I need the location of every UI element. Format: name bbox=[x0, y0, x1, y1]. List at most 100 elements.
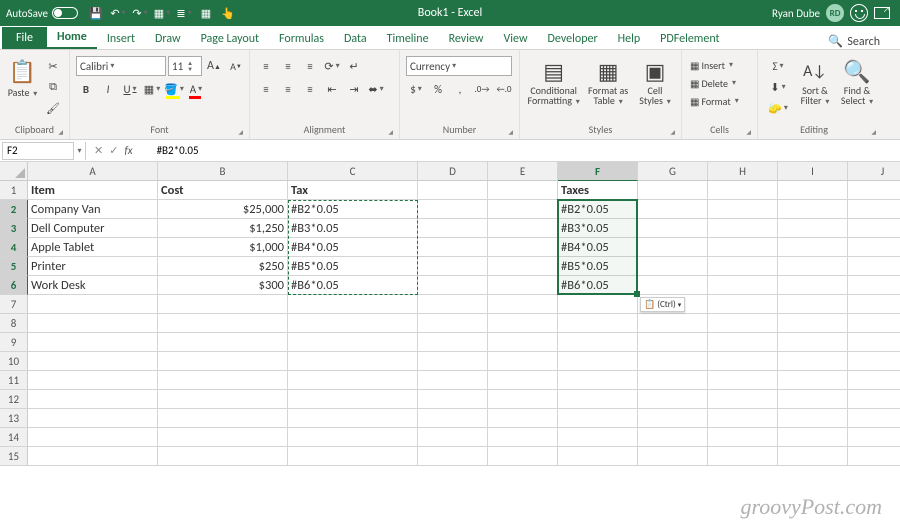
cell-I11[interactable] bbox=[778, 371, 848, 390]
cell-A15[interactable] bbox=[28, 447, 158, 466]
align-center-icon[interactable]: ≡ bbox=[278, 79, 298, 99]
cell-C14[interactable] bbox=[288, 428, 418, 447]
cell-styles-button[interactable]: ▣Cell Styles bbox=[635, 56, 675, 107]
cell-J9[interactable] bbox=[848, 333, 900, 352]
cell-I4[interactable] bbox=[778, 238, 848, 257]
font-color-button[interactable]: A bbox=[186, 79, 206, 99]
cell-H10[interactable] bbox=[708, 352, 778, 371]
fx-icon[interactable]: fx bbox=[124, 144, 144, 157]
cell-F14[interactable] bbox=[558, 428, 638, 447]
cell-I15[interactable] bbox=[778, 447, 848, 466]
font-name-combo[interactable]: Calibri bbox=[76, 56, 166, 76]
cell-A13[interactable] bbox=[28, 409, 158, 428]
col-header-D[interactable]: D bbox=[418, 162, 488, 181]
cell-A1[interactable]: Item bbox=[28, 181, 158, 200]
cell-D1[interactable] bbox=[418, 181, 488, 200]
delete-cells-button[interactable]: ▦Delete bbox=[688, 74, 738, 92]
tab-draw[interactable]: Draw bbox=[145, 28, 191, 49]
row-header-5[interactable]: 5 bbox=[0, 257, 28, 276]
cell-H4[interactable] bbox=[708, 238, 778, 257]
cell-J8[interactable] bbox=[848, 314, 900, 333]
cell-G15[interactable] bbox=[638, 447, 708, 466]
row-header-13[interactable]: 13 bbox=[0, 409, 28, 428]
cell-D14[interactable] bbox=[418, 428, 488, 447]
cell-H11[interactable] bbox=[708, 371, 778, 390]
cell-B4[interactable]: $1,000 bbox=[158, 238, 288, 257]
cell-G8[interactable] bbox=[638, 314, 708, 333]
row-header-12[interactable]: 12 bbox=[0, 390, 28, 409]
cell-H8[interactable] bbox=[708, 314, 778, 333]
cell-E15[interactable] bbox=[488, 447, 558, 466]
cell-A7[interactable] bbox=[28, 295, 158, 314]
fill-color-button[interactable]: 🪣 bbox=[164, 79, 184, 99]
accounting-format-icon[interactable]: $ bbox=[406, 79, 426, 99]
cell-G6[interactable] bbox=[638, 276, 708, 295]
formula-input[interactable]: #B2*0.05 bbox=[153, 144, 900, 157]
borders-icon[interactable]: ▦ bbox=[196, 4, 216, 22]
cell-C15[interactable] bbox=[288, 447, 418, 466]
cell-G10[interactable] bbox=[638, 352, 708, 371]
cell-E13[interactable] bbox=[488, 409, 558, 428]
cell-A5[interactable]: Printer bbox=[28, 257, 158, 276]
cell-C7[interactable] bbox=[288, 295, 418, 314]
select-all-corner[interactable] bbox=[0, 162, 28, 181]
copy-icon[interactable]: ⧉ bbox=[43, 77, 63, 97]
cell-H13[interactable] bbox=[708, 409, 778, 428]
cell-D9[interactable] bbox=[418, 333, 488, 352]
find-select-button[interactable]: 🔍Find & Select bbox=[838, 56, 876, 107]
cell-B6[interactable]: $300 bbox=[158, 276, 288, 295]
cell-B13[interactable] bbox=[158, 409, 288, 428]
comma-format-icon[interactable]: , bbox=[450, 79, 470, 99]
cell-J5[interactable] bbox=[848, 257, 900, 276]
cell-D15[interactable] bbox=[418, 447, 488, 466]
cell-I1[interactable] bbox=[778, 181, 848, 200]
cell-I5[interactable] bbox=[778, 257, 848, 276]
user-name[interactable]: Ryan Dube bbox=[772, 7, 820, 20]
cell-I8[interactable] bbox=[778, 314, 848, 333]
cell-A10[interactable] bbox=[28, 352, 158, 371]
name-box[interactable]: F2 bbox=[2, 142, 74, 160]
cell-F10[interactable] bbox=[558, 352, 638, 371]
decrease-font-icon[interactable]: A▼ bbox=[226, 56, 246, 76]
col-header-F[interactable]: F bbox=[558, 162, 638, 181]
cell-G13[interactable] bbox=[638, 409, 708, 428]
cell-G4[interactable] bbox=[638, 238, 708, 257]
cell-D11[interactable] bbox=[418, 371, 488, 390]
cell-J10[interactable] bbox=[848, 352, 900, 371]
cell-G2[interactable] bbox=[638, 200, 708, 219]
cell-F6[interactable]: #B6*0.05 bbox=[558, 276, 638, 295]
increase-font-icon[interactable]: A▲ bbox=[204, 56, 224, 76]
tab-view[interactable]: View bbox=[493, 28, 537, 49]
cell-F5[interactable]: #B5*0.05 bbox=[558, 257, 638, 276]
cell-H7[interactable] bbox=[708, 295, 778, 314]
format-cells-button[interactable]: ▦Format bbox=[688, 92, 741, 110]
decrease-decimal-icon[interactable]: ←.0 bbox=[494, 79, 514, 99]
cell-G5[interactable] bbox=[638, 257, 708, 276]
cell-B8[interactable] bbox=[158, 314, 288, 333]
cell-A9[interactable] bbox=[28, 333, 158, 352]
cell-G1[interactable] bbox=[638, 181, 708, 200]
cell-F7[interactable] bbox=[558, 295, 638, 314]
cell-B3[interactable]: $1,250 bbox=[158, 219, 288, 238]
cell-F9[interactable] bbox=[558, 333, 638, 352]
cell-C8[interactable] bbox=[288, 314, 418, 333]
sort-filter-button[interactable]: A↓Sort & Filter bbox=[796, 56, 834, 107]
cell-A12[interactable] bbox=[28, 390, 158, 409]
cell-E14[interactable] bbox=[488, 428, 558, 447]
col-header-G[interactable]: G bbox=[638, 162, 708, 181]
paste-options-button[interactable]: 📋 (Ctrl) ▾ bbox=[640, 297, 685, 312]
dec-indent-icon[interactable]: ⇤ bbox=[322, 79, 342, 99]
cell-C2[interactable]: #B2*0.05 bbox=[288, 200, 418, 219]
redo-icon[interactable]: ↷ bbox=[130, 4, 150, 22]
cell-C10[interactable] bbox=[288, 352, 418, 371]
cell-F15[interactable] bbox=[558, 447, 638, 466]
cell-I14[interactable] bbox=[778, 428, 848, 447]
cell-D8[interactable] bbox=[418, 314, 488, 333]
cell-D5[interactable] bbox=[418, 257, 488, 276]
cell-I9[interactable] bbox=[778, 333, 848, 352]
tab-data[interactable]: Data bbox=[334, 28, 377, 49]
cell-H6[interactable] bbox=[708, 276, 778, 295]
cell-H5[interactable] bbox=[708, 257, 778, 276]
col-header-A[interactable]: A bbox=[28, 162, 158, 181]
row-header-4[interactable]: 4 bbox=[0, 238, 28, 257]
